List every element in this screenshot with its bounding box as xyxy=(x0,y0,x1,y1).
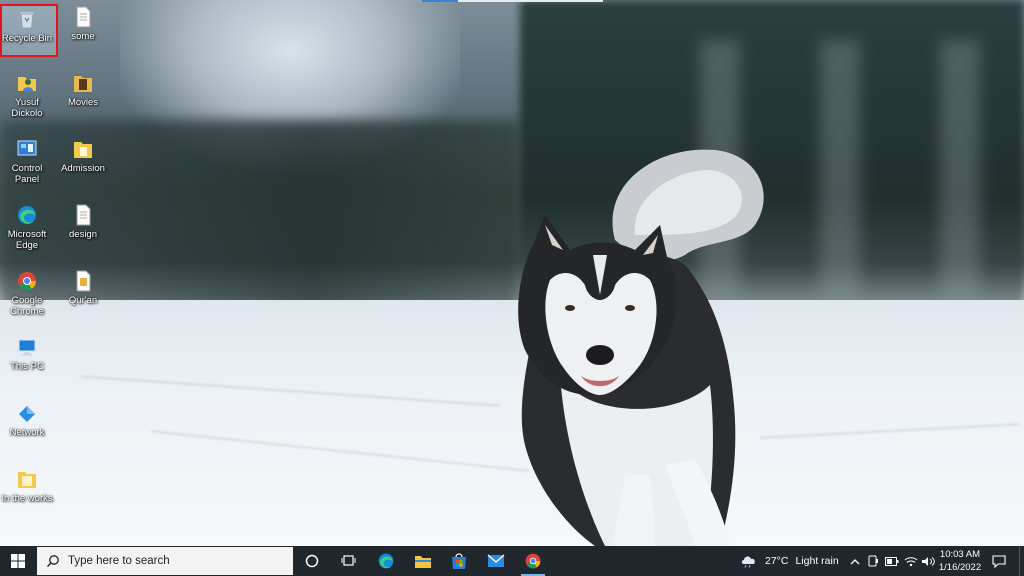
desktop-icon-label: some xyxy=(71,31,95,42)
task-view-icon xyxy=(341,555,355,566)
wallpaper-tree xyxy=(940,40,980,300)
desktop-icon-label: Google Chrome xyxy=(10,295,44,317)
weather-description: Light rain xyxy=(795,555,839,567)
desktop-icon-label: Recycle Bin xyxy=(1,33,53,44)
task-view-button[interactable] xyxy=(332,546,364,576)
wallpaper-tree xyxy=(820,40,860,300)
taskbar-mail[interactable] xyxy=(480,546,512,576)
taskbar-file-explorer[interactable] xyxy=(407,546,439,576)
top-edge-indicator xyxy=(422,0,458,2)
cortana-circle-icon xyxy=(305,554,319,568)
tray-device-button[interactable] xyxy=(865,546,881,576)
folder-icon xyxy=(72,138,94,160)
clock-time: 10:03 AM xyxy=(939,549,981,560)
desktop-icon-quran[interactable]: Qur'an xyxy=(56,270,110,306)
taskbar-chrome[interactable] xyxy=(517,546,549,576)
user-folder-icon xyxy=(16,72,38,94)
battery-icon xyxy=(885,556,899,566)
store-icon xyxy=(452,553,466,569)
desktop-icon-label: design xyxy=(69,229,97,240)
document-icon xyxy=(72,6,94,28)
wifi-icon xyxy=(904,556,918,566)
speaker-icon xyxy=(922,556,935,566)
action-center-button[interactable] xyxy=(988,546,1010,576)
weather-temperature: 27°C xyxy=(765,555,789,567)
notification-icon xyxy=(992,554,1006,568)
start-button[interactable] xyxy=(0,546,36,576)
windows-logo-icon xyxy=(11,554,25,568)
desktop-icon-label: Movies xyxy=(67,97,99,108)
show-desktop-button[interactable] xyxy=(1019,546,1024,576)
desktop-icon-edge[interactable]: Microsoft Edge xyxy=(0,204,54,251)
desktop-icon-movies[interactable]: Movies xyxy=(56,72,110,108)
desktop-icon-in-the-works[interactable]: In the works xyxy=(0,468,54,504)
edge-icon xyxy=(378,553,394,569)
cortana-button[interactable] xyxy=(296,546,328,576)
desktop-icon-network[interactable]: Network xyxy=(0,402,54,438)
desktop-icon-control-panel[interactable]: Control Panel xyxy=(0,138,54,185)
desktop-icon-label: Control Panel xyxy=(11,163,43,185)
taskbar-search-box[interactable]: Type here to search xyxy=(37,547,293,575)
clock-date: 1/16/2022 xyxy=(938,562,982,573)
top-edge-indicator xyxy=(458,0,603,2)
desktop-icon-some[interactable]: some xyxy=(56,6,110,42)
chrome-icon xyxy=(16,270,38,292)
desktop-icon-label: Network xyxy=(9,427,45,438)
taskbar-clock[interactable]: 10:03 AM 1/16/2022 xyxy=(934,548,986,574)
desktop-icon-label: Admission xyxy=(61,163,105,174)
desktop-icon-label: This PC xyxy=(10,361,44,372)
desktop-wallpaper xyxy=(0,0,1024,546)
control-panel-icon xyxy=(16,138,38,160)
network-icon xyxy=(16,402,38,424)
edge-icon xyxy=(16,204,38,226)
document-icon xyxy=(72,270,94,292)
weather-widget[interactable]: 27°C Light rain xyxy=(740,546,845,576)
desktop-icon-label: Microsoft Edge xyxy=(7,229,47,251)
document-icon xyxy=(72,204,94,226)
desktop-icon-recycle-bin[interactable]: Recycle Bin xyxy=(0,4,58,57)
desktop-icon-user-folder[interactable]: Yusuf Dickolo xyxy=(0,72,54,119)
chevron-up-icon xyxy=(850,558,860,564)
device-icon xyxy=(868,555,878,567)
chrome-icon xyxy=(525,553,541,569)
folder-icon xyxy=(72,72,94,94)
folder-icon xyxy=(16,468,38,490)
desktop-icon-label: Yusuf Dickolo xyxy=(11,97,43,119)
desktop-icon-label: In the works xyxy=(1,493,53,504)
file-explorer-icon xyxy=(415,556,431,568)
desktop-icon-design[interactable]: design xyxy=(56,204,110,240)
show-hidden-icons-button[interactable] xyxy=(848,546,862,576)
search-icon xyxy=(47,555,59,567)
battery-button[interactable] xyxy=(883,546,901,576)
taskbar-edge[interactable] xyxy=(370,546,402,576)
this-pc-icon xyxy=(16,336,38,358)
wifi-button[interactable] xyxy=(902,546,920,576)
cloud-rain-icon xyxy=(741,556,755,568)
taskbar-store[interactable] xyxy=(443,546,475,576)
husky-dog-image xyxy=(518,149,764,546)
desktop-icon-admission[interactable]: Admission xyxy=(56,138,110,174)
desktop-icon-this-pc[interactable]: This PC xyxy=(0,336,54,372)
search-placeholder: Type here to search xyxy=(68,555,170,567)
desktop-icon-chrome[interactable]: Google Chrome xyxy=(0,270,54,317)
recycle-bin-icon xyxy=(16,8,38,30)
desktop-icon-label: Qur'an xyxy=(68,295,98,306)
mail-icon xyxy=(487,554,505,567)
